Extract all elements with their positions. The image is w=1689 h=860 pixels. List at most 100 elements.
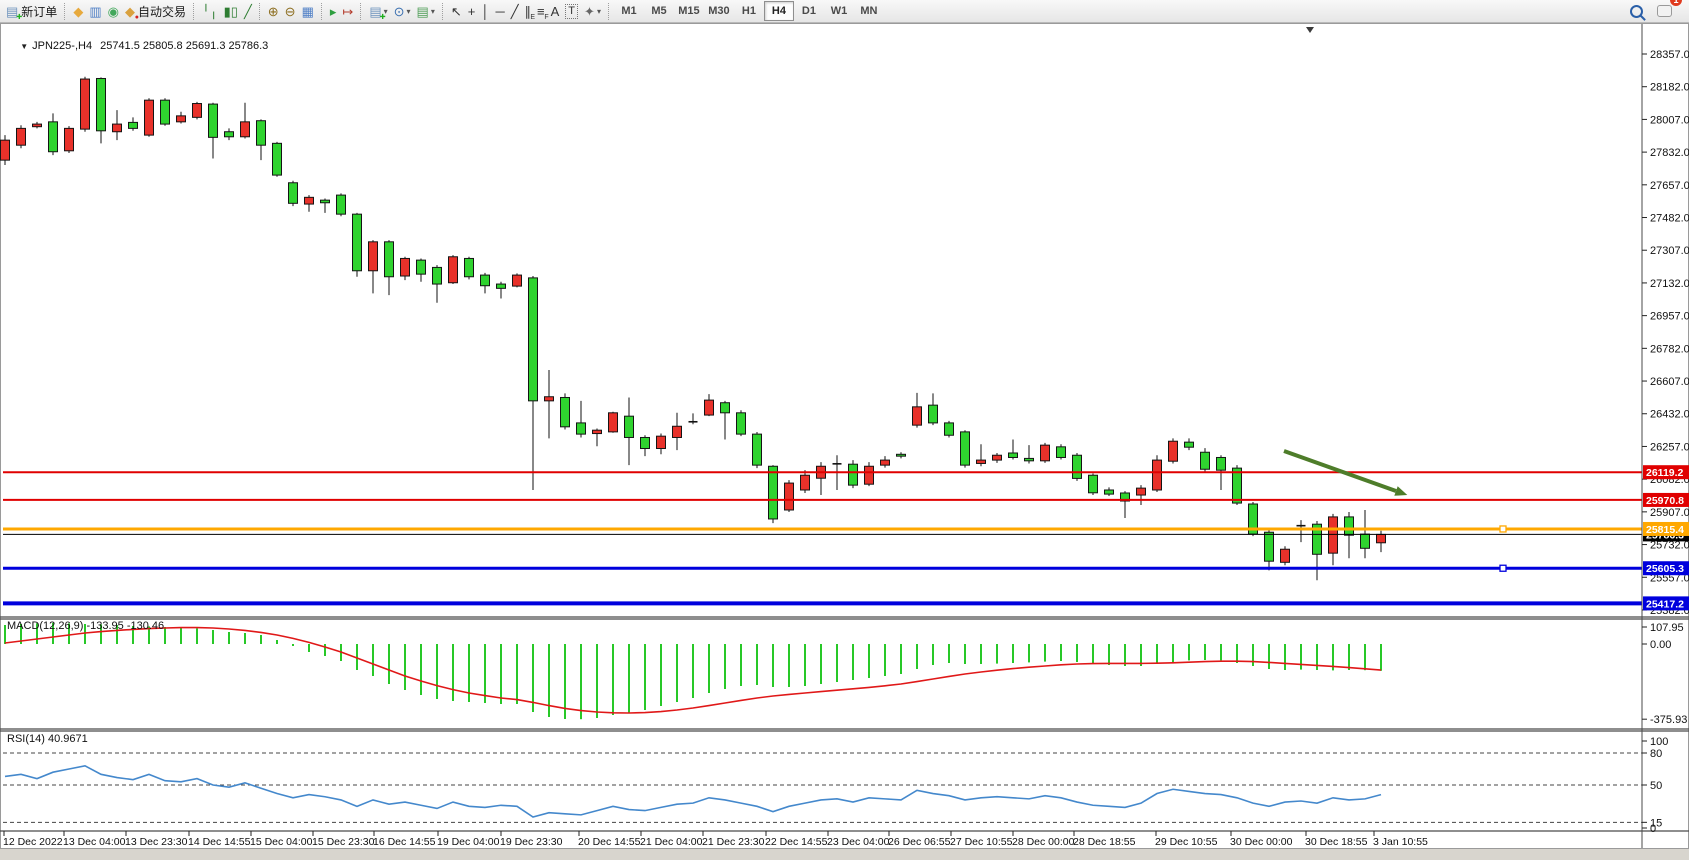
line-handle[interactable] <box>1500 526 1506 532</box>
chevron-down-icon[interactable]: ▾ <box>431 7 435 16</box>
price-tick: 26957.0 <box>1650 311 1689 323</box>
green-signal-icon: ◉ <box>108 5 119 18</box>
timeframe-h4-button[interactable]: H4 <box>764 1 794 21</box>
price-tick: 27132.0 <box>1650 278 1689 290</box>
fibonacci-icon: ≡F <box>537 5 545 18</box>
timeframe-d1-button[interactable]: D1 <box>794 1 824 21</box>
blue-monitor-icon: ▥ <box>89 5 101 18</box>
time-tick: 26 Dec 06:55 <box>888 836 951 848</box>
autoscroll-icon: ▸ <box>330 5 337 18</box>
textlabel-button[interactable]: T <box>562 1 581 21</box>
templates-button[interactable]: ▤▾ <box>414 1 438 21</box>
doc-plus-icon-mini: ✚ <box>16 14 22 21</box>
price-level-tag: 25417.2 <box>1646 598 1684 610</box>
chart-expander-icon[interactable]: ▼ <box>20 42 28 51</box>
time-tick: 12 Dec 2022 <box>3 836 63 848</box>
vline-button[interactable]: │ <box>478 1 492 21</box>
new-order-button-label: 新订单 <box>21 3 57 20</box>
candles-type-button[interactable]: ▮▯ <box>221 1 241 21</box>
timeframe-h1-button[interactable]: H1 <box>734 1 764 21</box>
time-tick: 20 Dec 14:55 <box>578 836 641 848</box>
data-window-button[interactable]: ▥ <box>86 1 104 21</box>
fibonacci-button[interactable]: ≡F <box>534 1 548 21</box>
candles-chart-icon: ▮▯ <box>224 5 238 18</box>
mt4-window: { "toolbar": { "new_order_label": "新订单",… <box>0 0 1689 860</box>
line-handle[interactable] <box>1500 565 1506 571</box>
price-tick: 28007.0 <box>1650 114 1689 126</box>
timeframe-m1-button[interactable]: M1 <box>614 1 644 21</box>
arrows-button[interactable]: ✦▾ <box>581 1 604 21</box>
text-button[interactable]: A <box>548 1 563 21</box>
line-type-button[interactable]: ╱ <box>241 1 255 21</box>
zoom-out-button[interactable]: ⊖ <box>282 1 299 21</box>
rsi-tick: 80 <box>1650 748 1662 760</box>
notification-badge: 1 <box>1670 0 1682 6</box>
time-tick: 3 Jan 10:55 <box>1373 836 1428 848</box>
bars-type-button[interactable]: ╵╷ <box>199 1 221 21</box>
autoscroll-button[interactable]: ▸ <box>327 1 340 21</box>
time-tick: 28 Dec 18:55 <box>1073 836 1136 848</box>
symbol-title[interactable]: ▼JPN225-,H425741.5 25805.8 25691.3 25786… <box>8 28 268 64</box>
chevron-down-icon[interactable]: ▾ <box>407 7 411 16</box>
timeframe-m15-button[interactable]: M15 <box>674 1 704 21</box>
time-tick: 30 Dec 00:00 <box>1230 836 1293 848</box>
time-tick: 29 Dec 10:55 <box>1155 836 1218 848</box>
tile-windows-button[interactable]: ▦ <box>299 1 317 21</box>
symbol-ohlc-values: 25741.5 25805.8 25691.3 25786.3 <box>100 40 268 52</box>
rsi-tick: 100 <box>1650 736 1668 748</box>
time-tick: 28 Dec 00:00 <box>1012 836 1075 848</box>
price-tick: 28182.0 <box>1650 82 1689 94</box>
zoom-in-button[interactable]: ⊕ <box>265 1 282 21</box>
price-tick: 27482.0 <box>1650 213 1689 225</box>
timeframe-m5-button[interactable]: M5 <box>644 1 674 21</box>
chevron-down-icon[interactable]: ▾ <box>597 7 601 16</box>
time-tick: 22 Dec 14:55 <box>765 836 828 848</box>
chart-shift-button[interactable]: ↦ <box>339 1 356 21</box>
window-bottom-strip <box>0 849 1689 860</box>
price-tick: 26432.0 <box>1650 409 1689 421</box>
channel-button[interactable]: ∥E <box>522 1 535 21</box>
toolbar-separator <box>193 3 195 20</box>
cursor-button[interactable]: ↖ <box>448 1 465 21</box>
zoom-out-icon: ⊖ <box>285 5 296 18</box>
market-watch-button[interactable]: ◆ <box>70 1 86 21</box>
crosshair-button[interactable]: + <box>465 1 479 21</box>
time-tick: 27 Dec 10:55 <box>950 836 1013 848</box>
autotrade-icon: ◆● <box>125 5 135 18</box>
toolbar-separator <box>64 3 66 20</box>
toolbar-separator <box>321 3 323 20</box>
trendline-button[interactable]: ╱ <box>508 1 522 21</box>
zoom-in-icon: ⊕ <box>268 5 279 18</box>
time-tick: 13 Dec 04:00 <box>63 836 126 848</box>
chart-window-frame <box>1 24 1689 849</box>
time-tick: 15 Dec 23:30 <box>312 836 375 848</box>
hline-button[interactable]: ─ <box>492 1 507 21</box>
cursor-icon: ↖ <box>451 5 462 18</box>
chart-canvas: 28357.028182.028007.027832.027657.027482… <box>0 0 1689 860</box>
new-chart-button[interactable]: ▤✚▾ <box>366 1 390 21</box>
time-tick: 14 Dec 14:55 <box>188 836 251 848</box>
trendline-icon: ╱ <box>511 5 519 18</box>
search-button[interactable] <box>1627 1 1646 21</box>
time-tick: 21 Dec 04:00 <box>640 836 703 848</box>
time-tick: 19 Dec 04:00 <box>437 836 500 848</box>
chart-shift-icon: ↦ <box>342 5 353 18</box>
arrows-icon: ✦ <box>584 5 595 18</box>
autotrading-button[interactable]: ◆●自动交易 <box>122 1 189 21</box>
price-level-tag: 26119.2 <box>1646 467 1684 479</box>
timeframe-m30-button[interactable]: M30 <box>704 1 734 21</box>
signals-button[interactable]: ◉ <box>105 1 122 21</box>
periods-button[interactable]: ⊙▾ <box>391 1 414 21</box>
doc-plus-icon-mini: ✚ <box>380 14 386 21</box>
crosshair-icon: + <box>468 5 476 18</box>
timeframe-w1-button[interactable]: W1 <box>824 1 854 21</box>
time-tick: 15 Dec 04:00 <box>250 836 313 848</box>
chat-button[interactable]: 1 <box>1654 1 1675 21</box>
equidistant-channel-icon: ∥E <box>525 5 532 18</box>
doc-plus-icon: ▤✚ <box>6 5 18 18</box>
price-level-tag: 25815.4 <box>1646 524 1684 536</box>
line-chart-icon: ╱ <box>244 5 252 18</box>
new-order-button[interactable]: ▤✚新订单 <box>3 1 60 21</box>
timeframe-mn-button[interactable]: MN <box>854 1 884 21</box>
price-level-tag: 25605.3 <box>1646 563 1684 575</box>
